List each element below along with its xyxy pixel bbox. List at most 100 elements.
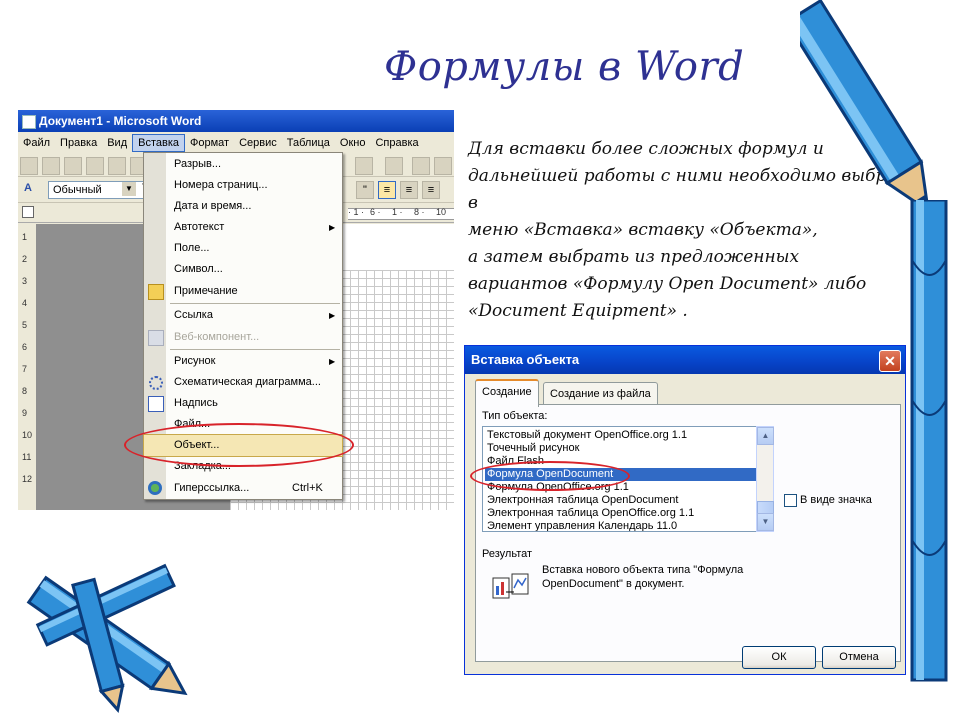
menu-item-label: Ссылка	[174, 309, 213, 321]
save-icon[interactable]	[64, 157, 82, 175]
tab-create-from-file[interactable]: Создание из файла	[543, 382, 658, 405]
vruler-mark: 5	[22, 320, 28, 330]
menu-view[interactable]: Вид	[102, 134, 132, 152]
menu-item-page-numbers[interactable]: Номера страниц...	[144, 175, 342, 196]
body-line: «Document Equipment» .	[468, 301, 688, 321]
permission-icon[interactable]	[86, 157, 104, 175]
list-item[interactable]: Текстовый документ OpenOffice.org 1.1	[485, 429, 757, 442]
new-document-icon[interactable]	[20, 157, 38, 175]
menu-format[interactable]: Формат	[185, 134, 234, 152]
submenu-arrow-icon: ▶	[329, 357, 336, 366]
menu-window[interactable]: Окно	[335, 134, 371, 152]
hyperlink-icon	[148, 481, 162, 495]
redo-icon[interactable]	[385, 157, 403, 175]
vruler-mark: 6	[22, 342, 28, 352]
tab-create-new[interactable]: Создание	[475, 379, 539, 407]
vruler-mark: 3	[22, 276, 28, 286]
menu-item-label: Автотекст	[174, 221, 225, 233]
ruler-strip: · 1 · 6 · 1 · 8 · 10	[348, 207, 454, 220]
result-object-icon	[492, 572, 532, 602]
tables-icon[interactable]	[434, 157, 452, 175]
menu-file[interactable]: Файл	[18, 134, 55, 152]
scroll-up-icon[interactable]: ▲	[757, 427, 774, 445]
vruler-mark: 9	[22, 408, 28, 418]
menu-tools[interactable]: Сервис	[234, 134, 282, 152]
menu-item-comment[interactable]: Примечание	[144, 281, 342, 302]
vruler-mark: 4	[22, 298, 28, 308]
menu-item-field[interactable]: Поле...	[144, 238, 342, 259]
align-right-icon[interactable]: ≡	[422, 181, 440, 199]
align-center-icon[interactable]: ≡	[400, 181, 418, 199]
list-item[interactable]: Точечный рисунок	[485, 442, 757, 455]
list-scrollbar[interactable]: ▲ ▼	[756, 426, 774, 532]
note-icon	[148, 284, 164, 300]
menu-separator	[170, 349, 340, 350]
open-icon[interactable]	[42, 157, 60, 175]
ruler-mark: · 1 ·	[348, 207, 365, 217]
ok-button[interactable]: ОК	[742, 646, 816, 669]
menu-item-hyperlink[interactable]: Гиперссылка... Ctrl+K	[144, 478, 342, 499]
result-label: Результат	[482, 548, 533, 560]
submenu-arrow-icon: ▶	[329, 223, 336, 232]
menu-item-symbol[interactable]: Символ...	[144, 259, 342, 280]
highlight-oval-object	[124, 423, 354, 467]
textbox-icon	[148, 396, 164, 412]
menu-item-date-time[interactable]: Дата и время...	[144, 196, 342, 217]
ruler-mark: 10	[436, 207, 447, 217]
menu-item-label: Схематическая диаграмма...	[174, 376, 321, 388]
list-item[interactable]: Электронная таблица OpenOffice.org 1.1	[485, 507, 757, 520]
menu-item-label: Номера страниц...	[174, 179, 268, 191]
as-icon-label: В виде значка	[800, 494, 872, 506]
menu-item-label: Разрыв...	[174, 158, 222, 170]
ruler-mark: 8 ·	[414, 207, 425, 217]
menu-item-break[interactable]: Разрыв...	[144, 154, 342, 175]
tab-selector-icon[interactable]	[22, 206, 34, 218]
chevron-down-icon[interactable]: ▼	[122, 182, 136, 196]
diagram-icon	[149, 376, 163, 390]
menu-item-label: Гиперссылка...	[174, 482, 250, 494]
close-icon[interactable]: ✕	[879, 350, 901, 372]
menu-item-textbox[interactable]: Надпись	[144, 393, 342, 414]
menu-item-autotext[interactable]: Автотекст ▶	[144, 217, 342, 238]
scroll-down-icon[interactable]: ▼	[757, 513, 774, 531]
result-text-line: Вставка нового объекта типа "Формула	[542, 564, 744, 576]
quote-icon[interactable]: "	[356, 181, 374, 199]
vruler-mark: 1	[22, 232, 28, 242]
menu-item-reference[interactable]: Ссылка ▶	[144, 305, 342, 326]
styles-pane-icon[interactable]: A	[24, 182, 32, 194]
submenu-arrow-icon: ▶	[329, 311, 336, 320]
as-icon-checkbox[interactable]	[784, 494, 797, 507]
dialog-titlebar: Вставка объекта	[465, 346, 905, 374]
menu-edit[interactable]: Правка	[55, 134, 102, 152]
menu-item-label: Рисунок	[174, 355, 216, 367]
menu-item-diagram[interactable]: Схематическая диаграмма...	[144, 372, 342, 393]
menu-item-picture[interactable]: Рисунок ▶	[144, 351, 342, 372]
ruler-mark: 1 ·	[392, 207, 403, 217]
menu-item-label: Поле...	[174, 242, 210, 254]
menu-item-label: Веб-компонент...	[174, 331, 260, 343]
list-item[interactable]: Электронная таблица OpenDocument	[485, 494, 757, 507]
menu-insert[interactable]: Вставка	[132, 134, 186, 152]
list-item[interactable]: Элемент управления Календарь 11.0	[485, 520, 757, 531]
menu-help[interactable]: Справка	[370, 134, 423, 152]
word-menubar: Файл Правка Вид Вставка Формат Сервис Таблица О…	[18, 134, 454, 152]
hyperlink-toolbar-icon[interactable]	[412, 157, 430, 175]
word-window-title: Документ1 - Microsoft Word	[39, 114, 202, 128]
vruler-mark: 7	[22, 364, 28, 374]
vruler-mark: 2	[22, 254, 28, 264]
align-left-icon[interactable]: ≡	[378, 181, 396, 199]
object-type-label: Тип объекта:	[482, 410, 548, 422]
menu-item-label: Дата и время...	[174, 200, 252, 212]
body-line: вариантов «Формулу Open Document» либо	[468, 274, 867, 294]
dialog-title: Вставка объекта	[471, 352, 580, 367]
menu-item-label: Надпись	[174, 397, 218, 409]
vertical-ruler: 1 2 3 4 5 6 7 8 9 10 11 12	[18, 224, 37, 510]
cancel-button[interactable]: Отмена	[822, 646, 896, 669]
ruler-mark: 6 ·	[370, 207, 381, 217]
undo-icon[interactable]	[355, 157, 373, 175]
menu-table[interactable]: Таблица	[282, 134, 335, 152]
menu-item-label: Примечание	[174, 285, 238, 297]
vruler-mark: 8	[22, 386, 28, 396]
vruler-mark: 10	[22, 430, 33, 440]
print-icon[interactable]	[108, 157, 126, 175]
